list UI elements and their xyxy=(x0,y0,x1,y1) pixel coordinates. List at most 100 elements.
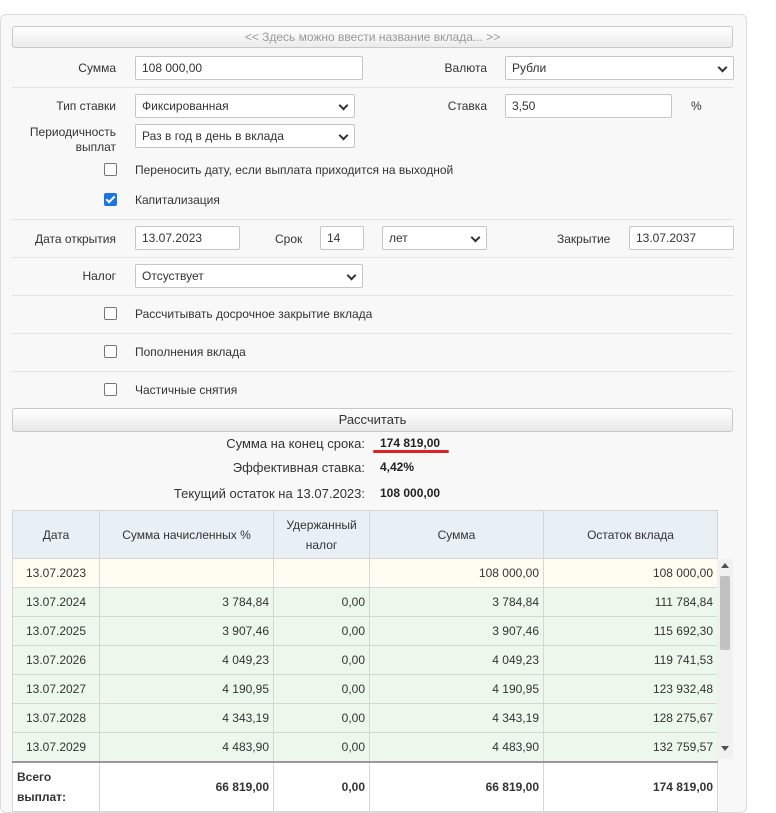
table-row: 13.07.2026 4 049,23 0,00 4 049,23 119 74… xyxy=(12,645,718,675)
early-close-checkbox[interactable] xyxy=(104,307,117,320)
cell-tax: 0,00 xyxy=(273,732,370,762)
cell-accrued: 3 784,84 xyxy=(99,587,274,617)
topup-checkbox[interactable] xyxy=(104,345,117,358)
cell-accrued: 4 483,90 xyxy=(99,732,274,762)
cell-accrued: 3 907,46 xyxy=(99,616,274,646)
end-sum-value: 174 819,00 xyxy=(380,436,441,450)
term-unit-value: лет xyxy=(389,231,408,245)
cell-sum: 3 907,46 xyxy=(369,616,544,646)
cell-accrued: 4 343,19 xyxy=(99,703,274,733)
rate-type-select[interactable]: Фиксированная xyxy=(135,94,355,118)
current-balance-label: Текущий остаток на 13.07.2023: xyxy=(173,486,365,501)
cell-balance: 111 784,84 xyxy=(543,587,718,617)
cell-balance: 119 741,53 xyxy=(543,645,718,675)
cell-date: 13.07.2026 xyxy=(12,645,100,675)
divider xyxy=(12,219,733,220)
effective-rate-label: Эффективная ставка: xyxy=(232,460,365,475)
tax-value: Отсуствует xyxy=(142,269,204,283)
header-tax: Удержанный налог xyxy=(273,510,370,559)
cell-balance: 108 000,00 xyxy=(543,558,718,588)
total-label: Всего выплат: xyxy=(12,760,100,812)
deposit-name-input[interactable]: << Здесь можно ввести название вклада...… xyxy=(12,26,733,48)
total-tax: 0,00 xyxy=(273,760,370,812)
rate-label: Ставка xyxy=(447,99,487,113)
close-date-label: Закрытие xyxy=(557,232,611,246)
cell-balance: 128 275,67 xyxy=(543,703,718,733)
currency-label: Валюта xyxy=(444,61,487,75)
cell-sum: 4 049,23 xyxy=(369,645,544,675)
cell-date: 13.07.2028 xyxy=(12,703,100,733)
early-close-label: Рассчитывать досрочное закрытие вклада xyxy=(135,307,373,321)
divider xyxy=(12,257,733,258)
highlight-underline xyxy=(373,450,449,453)
cell-date: 13.07.2029 xyxy=(12,732,100,762)
close-date-input[interactable]: 13.07.2037 xyxy=(629,226,734,250)
currency-select[interactable]: Рубли xyxy=(505,56,734,80)
table-row: 13.07.2025 3 907,46 0,00 3 907,46 115 69… xyxy=(12,616,718,646)
periodicity-value: Раз в год в день в вклада xyxy=(142,129,284,143)
capitalization-checkbox[interactable] xyxy=(104,193,117,206)
rate-input[interactable]: 3,50 xyxy=(505,94,672,118)
total-balance: 174 819,00 xyxy=(543,760,718,812)
amount-label: Сумма xyxy=(78,61,116,75)
cell-date: 13.07.2025 xyxy=(12,616,100,646)
term-unit-select[interactable]: лет xyxy=(382,226,487,250)
cell-tax: 0,00 xyxy=(273,674,370,704)
header-sum: Сумма xyxy=(369,510,544,559)
table-total-row: Всего выплат: 66 819,00 0,00 66 819,00 1… xyxy=(12,760,718,812)
header-balance: Остаток вклада xyxy=(543,510,718,559)
payments-table: Дата Сумма начисленных % Удержанный нало… xyxy=(12,510,718,812)
partial-withdraw-checkbox[interactable] xyxy=(104,383,117,396)
current-balance-value: 108 000,00 xyxy=(380,486,441,500)
table-row: 13.07.2028 4 343,19 0,00 4 343,19 128 27… xyxy=(12,703,718,733)
weekend-shift-label: Переносить дату, если выплата приходится… xyxy=(135,163,454,177)
cell-tax xyxy=(273,558,370,588)
cell-date: 13.07.2024 xyxy=(12,587,100,617)
total-sum: 66 819,00 xyxy=(369,760,544,812)
cell-accrued: 4 049,23 xyxy=(99,645,274,675)
capitalization-label: Капитализация xyxy=(135,193,220,207)
currency-value: Рубли xyxy=(512,61,547,75)
rate-type-label: Тип ставки xyxy=(56,99,116,113)
cell-balance: 132 759,57 xyxy=(543,732,718,762)
calculate-button[interactable]: Рассчитать xyxy=(12,408,733,432)
scroll-down-arrow-icon[interactable] xyxy=(721,746,729,751)
periodicity-select[interactable]: Раз в год в день в вклада xyxy=(135,124,355,148)
rate-unit: % xyxy=(691,99,702,113)
table-row: 13.07.2029 4 483,90 0,00 4 483,90 132 75… xyxy=(12,732,718,762)
open-date-input[interactable]: 13.07.2023 xyxy=(135,226,240,250)
tax-select[interactable]: Отсуствует xyxy=(135,264,363,288)
cell-tax: 0,00 xyxy=(273,645,370,675)
cell-date: 13.07.2023 xyxy=(12,558,100,588)
cell-accrued: 4 190,95 xyxy=(99,674,274,704)
effective-rate-value: 4,42% xyxy=(380,460,415,474)
end-sum-label: Сумма на конец срока: xyxy=(226,436,365,451)
header-accrued: Сумма начисленных % xyxy=(99,510,274,559)
table-row: 13.07.2024 3 784,84 0,00 3 784,84 111 78… xyxy=(12,587,718,617)
table-row: 13.07.2027 4 190,95 0,00 4 190,95 123 93… xyxy=(12,674,718,704)
cell-sum: 4 343,19 xyxy=(369,703,544,733)
open-date-label: Дата открытия xyxy=(34,232,116,246)
term-input[interactable]: 14 xyxy=(320,226,364,250)
divider xyxy=(12,295,733,296)
term-label: Срок xyxy=(275,232,303,246)
rate-type-value: Фиксированная xyxy=(142,99,229,113)
tax-label: Налог xyxy=(82,269,116,283)
cell-date: 13.07.2027 xyxy=(12,674,100,704)
partial-withdraw-label: Частичные снятия xyxy=(135,383,238,397)
weekend-shift-checkbox[interactable] xyxy=(104,163,117,176)
topup-label: Пополнения вклада xyxy=(135,345,246,359)
periodicity-label: Периодичность выплат xyxy=(29,125,116,154)
cell-sum: 108 000,00 xyxy=(369,558,544,588)
cell-tax: 0,00 xyxy=(273,587,370,617)
amount-input[interactable]: 108 000,00 xyxy=(135,56,363,80)
cell-tax: 0,00 xyxy=(273,703,370,733)
header-date: Дата xyxy=(12,510,100,559)
cell-sum: 3 784,84 xyxy=(369,587,544,617)
total-accrued: 66 819,00 xyxy=(99,760,274,812)
divider xyxy=(12,371,733,372)
cell-sum: 4 483,90 xyxy=(369,732,544,762)
scroll-up-arrow-icon[interactable] xyxy=(721,563,729,568)
cell-balance: 123 932,48 xyxy=(543,674,718,704)
scrollbar-thumb[interactable] xyxy=(720,576,730,650)
